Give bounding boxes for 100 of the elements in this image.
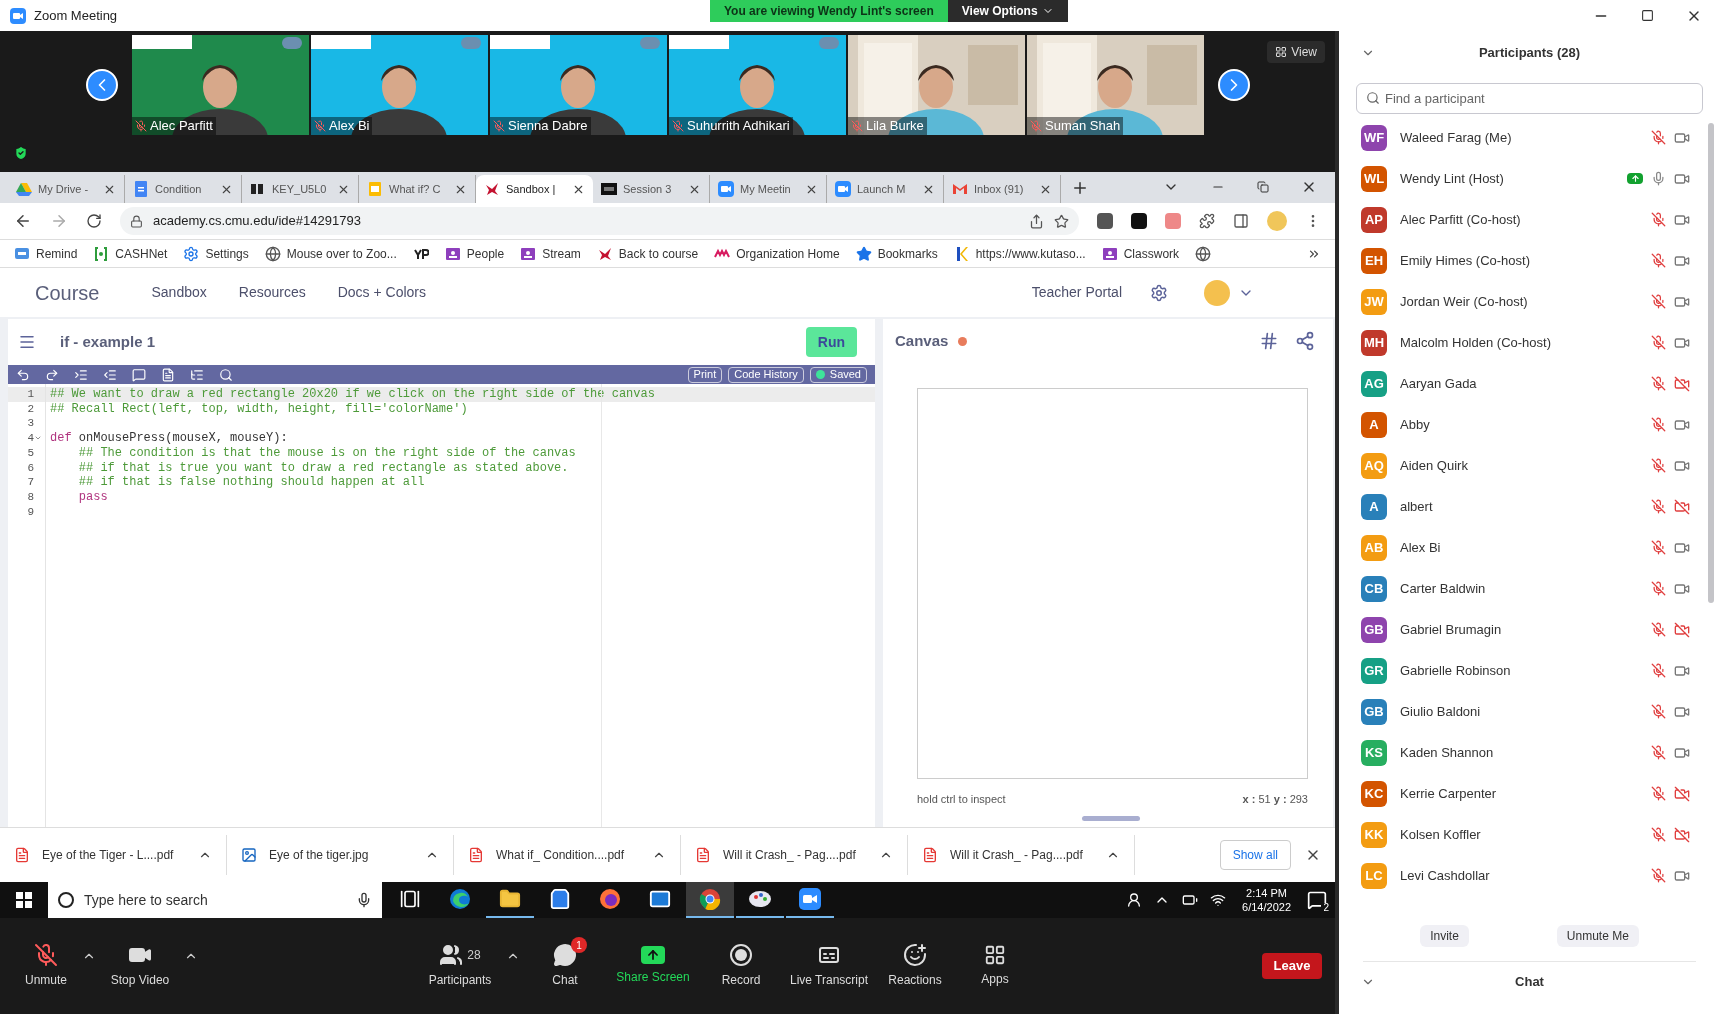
nav-link[interactable]: Resources bbox=[238, 282, 306, 303]
settings-icon[interactable] bbox=[1150, 283, 1168, 302]
undo-icon[interactable] bbox=[16, 367, 30, 382]
share-icon[interactable] bbox=[1029, 213, 1044, 229]
new-tab-icon[interactable] bbox=[1071, 179, 1089, 197]
bookmark[interactable]: CASHNet bbox=[93, 244, 168, 263]
participant-row[interactable]: AB Alex Bi bbox=[1339, 527, 1720, 568]
bookmark[interactable]: Mouse over to Zoo... bbox=[264, 244, 397, 263]
browser-tab[interactable]: Inbox (91) bbox=[944, 175, 1061, 203]
download-item[interactable]: Will it Crash_ - Pag....pdf bbox=[681, 835, 908, 875]
participant-row[interactable]: MH Malcolm Holden (Co-host) bbox=[1339, 322, 1720, 363]
scrollbar-thumb[interactable] bbox=[1708, 123, 1714, 603]
indent-icon[interactable] bbox=[74, 367, 88, 382]
reload-icon[interactable] bbox=[86, 213, 102, 229]
browser-tab[interactable]: What if? C bbox=[359, 175, 476, 203]
bookmark[interactable]: Settings bbox=[183, 244, 249, 263]
participant-row[interactable]: A albert bbox=[1339, 486, 1720, 527]
teacher-portal-link[interactable]: Teacher Portal bbox=[1031, 282, 1122, 303]
extensions-icon[interactable] bbox=[1199, 213, 1215, 229]
participant-row[interactable]: KS Kaden Shannon bbox=[1339, 732, 1720, 773]
next-page-button[interactable] bbox=[1218, 69, 1250, 101]
run-button[interactable]: Run bbox=[805, 327, 857, 357]
participant-search-field[interactable]: Find a participant bbox=[1356, 83, 1703, 114]
previous-page-button[interactable] bbox=[86, 69, 118, 101]
browser-tab[interactable]: Session 3 bbox=[593, 175, 710, 203]
participant-row[interactable]: WL Wendy Lint (Host) bbox=[1339, 158, 1720, 199]
outdent-icon[interactable] bbox=[103, 367, 117, 382]
wifi-icon[interactable] bbox=[1210, 892, 1227, 908]
bookmark[interactable]: Classwork bbox=[1101, 244, 1180, 263]
chat-button[interactable]: 1 Chat bbox=[521, 936, 609, 996]
address-bar[interactable]: academy.cs.cmu.edu/ide#14291793 bbox=[120, 207, 1079, 235]
view-button[interactable]: View bbox=[1267, 41, 1325, 63]
redo-icon[interactable] bbox=[45, 367, 59, 382]
menu-icon[interactable] bbox=[18, 333, 36, 351]
participant-row[interactable]: GB Giulio Baldoni bbox=[1339, 691, 1720, 732]
maximize-icon[interactable] bbox=[1641, 9, 1654, 22]
browser-tab[interactable]: My Drive - bbox=[8, 175, 125, 203]
video-button[interactable]: Stop Video bbox=[97, 936, 183, 996]
participant-row[interactable]: KK Kolsen Koffler bbox=[1339, 814, 1720, 855]
clock[interactable]: 2:14 PM 6/14/2022 bbox=[1238, 886, 1295, 914]
participant-row[interactable]: A Abby bbox=[1339, 404, 1720, 445]
apps-button[interactable]: Apps bbox=[957, 936, 1033, 996]
view-options-button[interactable]: View Options bbox=[947, 0, 1068, 22]
transcript-button[interactable]: Live Transcript bbox=[785, 936, 873, 996]
bookmark[interactable]: People bbox=[444, 244, 505, 263]
show-all-button[interactable]: Show all bbox=[1219, 840, 1291, 870]
notifications-icon[interactable] bbox=[1307, 890, 1327, 910]
participant-row[interactable]: CB Carter Baldwin bbox=[1339, 568, 1720, 609]
comment-icon[interactable] bbox=[132, 367, 146, 382]
browser-tab[interactable]: Sandbox | bbox=[476, 175, 593, 203]
participant-row[interactable]: GB Gabriel Brumagin bbox=[1339, 609, 1720, 650]
participant-row[interactable]: GR Gabrielle Robinson bbox=[1339, 650, 1720, 691]
back-icon[interactable] bbox=[14, 212, 32, 230]
taskbar-app[interactable] bbox=[686, 882, 734, 918]
share-icon[interactable] bbox=[1295, 331, 1315, 351]
search-icon[interactable] bbox=[219, 367, 233, 382]
participant-row[interactable]: AQ Aiden Quirk bbox=[1339, 445, 1720, 486]
participant-row[interactable]: JW Jordan Weir (Co-host) bbox=[1339, 281, 1720, 322]
share-button[interactable]: Share Screen bbox=[609, 936, 697, 996]
participant-row[interactable]: AP Alec Parfitt (Co-host) bbox=[1339, 199, 1720, 240]
bookmark[interactable]: Bookmarks bbox=[855, 244, 938, 263]
toolbar-button[interactable]: Code History bbox=[728, 366, 804, 383]
download-item[interactable]: Will it Crash_ - Pag....pdf bbox=[908, 835, 1135, 875]
download-item[interactable]: What if_ Condition....pdf bbox=[454, 835, 681, 875]
panel-button[interactable]: Invite bbox=[1420, 925, 1469, 947]
restore-icon[interactable] bbox=[1257, 181, 1269, 193]
participant-row[interactable]: LC Levi Cashdollar bbox=[1339, 855, 1720, 896]
document-icon[interactable] bbox=[161, 367, 175, 382]
bookmark[interactable]: Back to course bbox=[596, 244, 699, 263]
format-icon[interactable] bbox=[190, 367, 204, 382]
participants-button[interactable]: 28 Participants bbox=[415, 936, 505, 996]
browser-tab[interactable]: My Meetin bbox=[710, 175, 827, 203]
side-panel-icon[interactable] bbox=[1233, 213, 1249, 229]
people-icon[interactable] bbox=[1126, 892, 1143, 908]
grid-icon[interactable] bbox=[1259, 331, 1279, 351]
participant-row[interactable]: EH Emily Himes (Co-host) bbox=[1339, 240, 1720, 281]
download-item[interactable]: Eye of the tiger.jpg bbox=[227, 835, 454, 875]
bookmark[interactable]: Organization Home bbox=[714, 244, 840, 263]
download-item[interactable]: Eye of the Tiger - L....pdf bbox=[0, 835, 227, 875]
leave-button[interactable]: Leave bbox=[1262, 953, 1322, 979]
extension-icon[interactable] bbox=[1131, 213, 1147, 229]
bookmark-star-icon[interactable] bbox=[1054, 213, 1069, 229]
bookmark[interactable]: https://www.kutaso... bbox=[953, 244, 1086, 263]
battery-icon[interactable] bbox=[1182, 892, 1199, 908]
participant-row[interactable]: AG Aaryan Gada bbox=[1339, 363, 1720, 404]
bookmark[interactable]: Remind bbox=[14, 244, 78, 263]
extension-icon[interactable] bbox=[1097, 213, 1113, 229]
mic-icon[interactable] bbox=[356, 892, 372, 908]
browser-tab[interactable]: Condition bbox=[125, 175, 242, 203]
reactions-button[interactable]: Reactions bbox=[873, 936, 957, 996]
windows-start-icon[interactable] bbox=[16, 892, 32, 908]
panel-button[interactable]: Unmute Me bbox=[1556, 925, 1639, 947]
browser-tab[interactable]: KEY_U5L0 bbox=[242, 175, 359, 203]
scrollbar-thumb[interactable] bbox=[1081, 815, 1140, 821]
toolbar-button[interactable]: Print bbox=[687, 366, 723, 383]
bookmark[interactable]: Stream bbox=[520, 244, 581, 263]
browser-tab[interactable]: Launch M bbox=[827, 175, 944, 203]
taskbar-search-field[interactable]: Type here to search bbox=[48, 882, 382, 918]
participant-row[interactable]: WF Waleed Farag (Me) bbox=[1339, 117, 1720, 158]
participant-row[interactable]: KC Kerrie Carpenter bbox=[1339, 773, 1720, 814]
